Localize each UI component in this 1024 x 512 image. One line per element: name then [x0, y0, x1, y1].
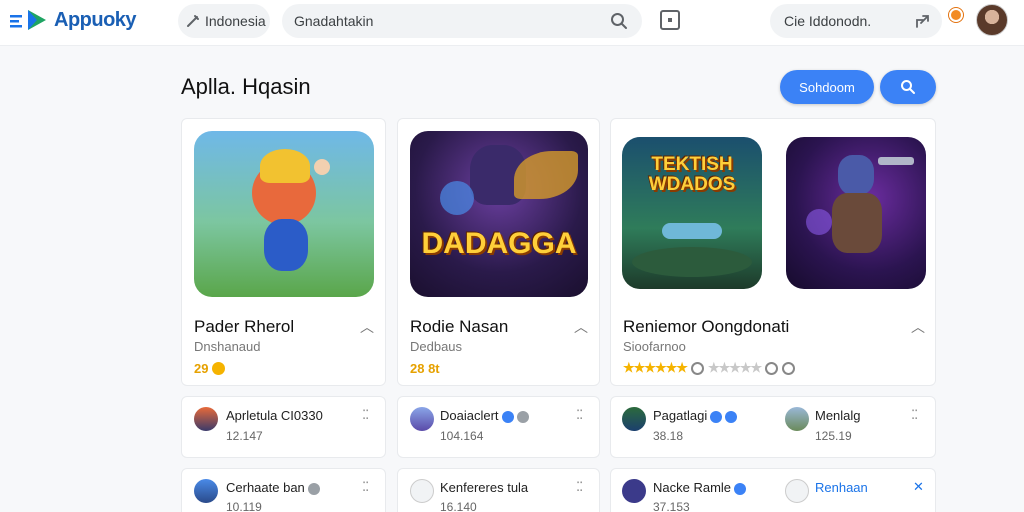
app-name: Reniemor Oongdonati: [623, 317, 790, 336]
app-icon: [785, 407, 809, 431]
list-item-name: Pagatlagi: [653, 408, 738, 423]
list-item-name: Doaiaclert: [440, 408, 529, 423]
app-icon: [622, 407, 646, 431]
list-item-name: Cerhaate ban: [226, 480, 320, 495]
list-item-meta: 16.140: [440, 500, 477, 512]
location-label: Cie Iddonodn.: [784, 13, 872, 29]
chevron-up-icon[interactable]: ︿: [360, 317, 374, 337]
circle-icon: [765, 361, 779, 375]
user-avatar[interactable]: [976, 4, 1008, 36]
more-icon[interactable]: ⁚⁚: [362, 407, 369, 423]
person-icon: [785, 479, 809, 503]
search-placeholder: Gnadahtakin: [294, 13, 374, 29]
list-item-link[interactable]: Renhaan: [815, 480, 868, 495]
region-selector[interactable]: Indonesia: [178, 4, 270, 38]
page-title: Aplla. Hqasin: [181, 74, 311, 99]
chevron-up-icon[interactable]: ︿: [574, 317, 588, 337]
search-icon: [901, 80, 915, 94]
app-icon: [622, 479, 646, 503]
user-icon: [410, 479, 434, 503]
app-developer: Dedbaus: [410, 339, 463, 354]
app-logo[interactable]: Appuoky: [10, 8, 137, 32]
logo-text: Appuoky: [54, 8, 137, 31]
list-item-meta: 37.153: [653, 500, 690, 512]
app-name: Pader Rherol: [194, 317, 295, 336]
app-card[interactable]: Pader Rherol ︿ Dnshanaud 29: [181, 118, 386, 386]
app-card[interactable]: DADAGGA Rodie Nasan ︿ Dedbaus 28 8t: [397, 118, 600, 386]
verified-icon: [307, 482, 320, 495]
app-developer: Sioofarnoo: [623, 339, 686, 354]
list-card[interactable]: Kenfereres tula 16.140 ⁚⁚: [397, 468, 600, 512]
list-card[interactable]: Doaiaclert 104.164 ⁚⁚: [397, 396, 600, 458]
list-item-meta: 12.147: [226, 429, 263, 443]
list-item-meta: 10.119: [226, 500, 262, 512]
list-item-meta: 104.164: [440, 429, 484, 443]
app-card[interactable]: TEKTISH WDADOS Reniemor Oongdonati ︿ Sio…: [610, 118, 936, 386]
location-selector[interactable]: Cie Iddonodn.: [770, 4, 942, 38]
app-icon: [410, 407, 434, 431]
list-card[interactable]: Nacke Ramle 37.153 Renhaan ✕: [610, 468, 936, 512]
thumbnail-title: TEKTISH WDADOS: [648, 154, 736, 195]
more-icon[interactable]: ⁚⁚: [576, 479, 583, 495]
verified-icon: [516, 410, 529, 423]
app-icon: [194, 479, 218, 503]
verified-icon: [501, 410, 514, 423]
search-icon[interactable]: [610, 12, 628, 30]
share-icon[interactable]: [914, 12, 932, 30]
list-card[interactable]: Cerhaate ban 10.119 ⁚⁚: [181, 468, 386, 512]
logo-icon: [10, 10, 46, 30]
app-rating: 29: [194, 361, 226, 376]
verified-icon: [734, 482, 747, 495]
chevron-up-icon[interactable]: ︿: [911, 317, 925, 337]
expand-icon[interactable]: ✕: [913, 479, 924, 495]
verified-icon: [725, 410, 738, 423]
square-icon[interactable]: [660, 10, 680, 30]
star-icon: ★★★★★: [707, 360, 762, 375]
app-thumbnail[interactable]: [194, 131, 374, 297]
star-icon: ★★★★★★: [623, 360, 688, 375]
app-thumbnail[interactable]: TEKTISH WDADOS: [622, 137, 762, 289]
more-icon[interactable]: ⁚⁚: [362, 479, 369, 495]
app-icon: [194, 407, 218, 431]
list-item-name: Menlalg: [815, 408, 861, 423]
circle-icon: [690, 361, 704, 375]
app-rating: 28 8t: [410, 361, 440, 376]
bell-icon[interactable]: [949, 8, 963, 22]
search-bar[interactable]: Gnadahtakin: [282, 4, 642, 38]
list-card[interactable]: Aprletula CI0330 12.147 ⁚⁚: [181, 396, 386, 458]
app-thumbnail[interactable]: DADAGGA: [410, 131, 588, 297]
list-card[interactable]: Pagatlagi 38.18 Menlalg 125.19 ⁚⁚: [610, 396, 936, 458]
top-bar: Appuoky Indonesia Gnadahtakin Cie Iddono…: [0, 0, 1024, 46]
verified-icon: [710, 410, 723, 423]
more-icon[interactable]: ⁚⁚: [911, 407, 918, 423]
tool-icon: [187, 15, 199, 27]
app-name: Rodie Nasan: [410, 317, 509, 336]
rating-emoji-icon: [212, 362, 226, 375]
thumbnail-title: DADAGGA: [421, 227, 577, 260]
app-rating: ★★★★★★ ★★★★★: [623, 360, 796, 376]
list-item-name: Aprletula CI0330: [226, 408, 323, 423]
app-thumbnail[interactable]: [786, 137, 926, 289]
app-developer: Dnshanaud: [194, 339, 261, 354]
list-item-meta: 38.18: [653, 429, 684, 443]
list-item-name: Kenfereres tula: [440, 480, 529, 495]
circle-icon: [782, 361, 796, 375]
list-item-name: Nacke Ramle: [653, 480, 747, 495]
list-item-meta: 125.19: [815, 429, 852, 443]
region-label: Indonesia: [205, 13, 266, 29]
search-button[interactable]: [880, 70, 936, 104]
primary-button[interactable]: Sohdoom: [780, 70, 874, 104]
more-icon[interactable]: ⁚⁚: [576, 407, 583, 423]
